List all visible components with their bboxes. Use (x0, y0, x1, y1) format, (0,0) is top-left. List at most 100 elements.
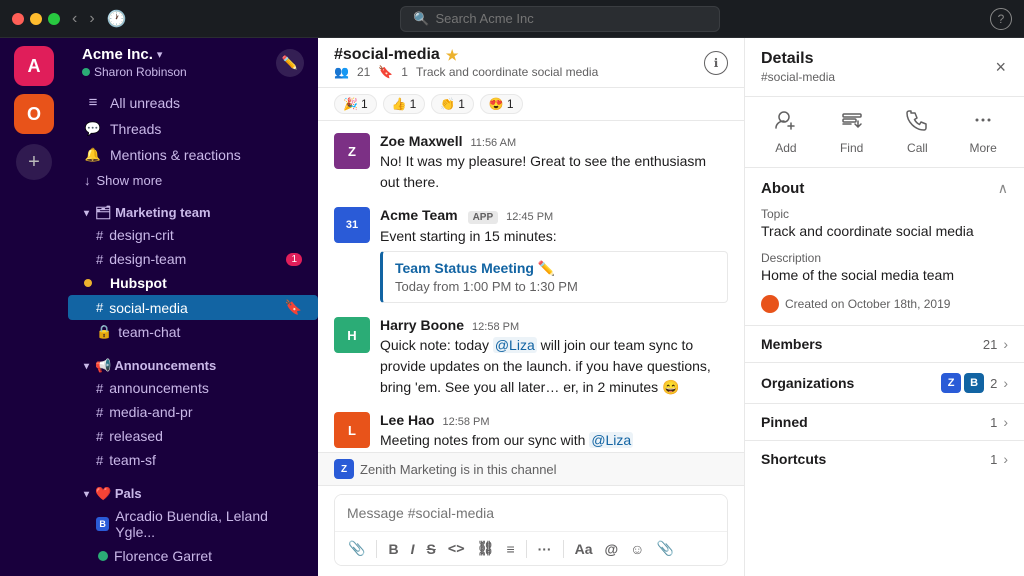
list-button[interactable]: ≡ (501, 537, 519, 561)
channel-item-announcements[interactable]: # announcements (68, 376, 318, 400)
chevron-down-icon: ▾ (84, 489, 89, 500)
search-input[interactable] (435, 11, 707, 26)
message-author: Lee Hao (380, 412, 434, 428)
workspace-icon-secondary[interactable]: O (14, 94, 54, 134)
minimize-traffic-light[interactable] (30, 13, 42, 25)
more-action[interactable]: More (956, 109, 1011, 155)
reaction-party[interactable]: 🎉 1 (334, 94, 377, 114)
channel-item-design-crit[interactable]: # design-crit (68, 223, 318, 247)
shortcuts-row[interactable]: Shortcuts 1 › (745, 440, 1024, 477)
attach-button[interactable]: 📎 (343, 536, 370, 561)
pinned-label: Pinned (761, 414, 808, 430)
section-announcements[interactable]: ▾ 📢 Announcements (68, 350, 318, 376)
star-icon[interactable]: ★ (446, 47, 459, 64)
add-icon (775, 109, 797, 137)
find-action[interactable]: Find (824, 109, 879, 155)
section-marketing[interactable]: ▾ 🗂 Marketing team (68, 197, 318, 223)
find-icon (841, 109, 863, 137)
message-input[interactable] (335, 495, 727, 531)
message-author: Acme Team (380, 207, 458, 223)
channel-item-florence[interactable]: Florence Garret (68, 544, 318, 568)
workspace-info: Acme Inc. ▾ Sharon Robinson (82, 46, 187, 79)
channel-item-hubspot[interactable]: Hubspot (68, 271, 318, 295)
code-button[interactable]: <> (443, 537, 470, 561)
bold-button[interactable]: B (383, 537, 403, 561)
search-icon: 🔍 (413, 11, 429, 27)
about-header[interactable]: About ∧ (761, 180, 1008, 197)
pinned-row[interactable]: Pinned 1 › (745, 403, 1024, 440)
channel-item-social-media[interactable]: # social-media 🔖 (68, 295, 318, 320)
add-action[interactable]: Add (758, 109, 813, 155)
channel-item-team-sf[interactable]: # team-sf (68, 448, 318, 472)
unread-badge: 1 (286, 253, 302, 266)
more-label: More (969, 141, 996, 155)
channel-item-team-chat[interactable]: 🔒 team-chat (68, 320, 318, 344)
details-header: Details #social-media × (745, 38, 1024, 97)
strikethrough-button[interactable]: S (421, 537, 440, 561)
close-details-button[interactable]: × (993, 55, 1008, 80)
hash-icon: # (96, 252, 103, 267)
organizations-row[interactable]: Organizations Z B 2 › (745, 362, 1024, 403)
section-pals[interactable]: ▾ ❤️ Pals (68, 478, 318, 504)
chevron-down-icon: ▾ (84, 208, 89, 219)
link-button[interactable]: ⛓ (472, 536, 500, 561)
forward-button[interactable]: › (85, 7, 98, 31)
sidebar-user: Sharon Robinson (82, 65, 187, 79)
message-header: Harry Boone 12:58 PM (380, 317, 728, 333)
org-badge-b: B (964, 373, 984, 393)
members-row[interactable]: Members 21 › (745, 325, 1024, 362)
message-time: 11:56 AM (470, 137, 516, 149)
reaction-heart-eyes[interactable]: 😍 1 (480, 94, 523, 114)
org-badge-z: Z (941, 373, 961, 393)
input-toolbar: 📎 B I S <> ⛓ ≡ ··· Aa @ ☺ 📎 (335, 531, 727, 565)
close-traffic-light[interactable] (12, 13, 24, 25)
mention-button[interactable]: @ (600, 537, 624, 561)
hash-icon: # (96, 429, 103, 444)
hash-icon: # (96, 228, 103, 243)
topbar: ‹ › 🕐 🔍 ? (0, 0, 1024, 38)
add-label: Add (775, 141, 796, 155)
call-action[interactable]: Call (890, 109, 945, 155)
sidebar-item-threads[interactable]: 💬 Threads (68, 116, 318, 142)
fullscreen-traffic-light[interactable] (48, 13, 60, 25)
description-value: Home of the social media team (761, 267, 1008, 283)
channel-item-media-and-pr[interactable]: # media-and-pr (68, 400, 318, 424)
history-button[interactable]: 🕐 (103, 7, 131, 31)
help-button[interactable]: ? (990, 8, 1012, 30)
bookmark-meta-icon: 🔖 (378, 65, 393, 79)
call-label: Call (907, 141, 928, 155)
online-dm-icon (98, 551, 108, 561)
message-time: 12:58 PM (442, 416, 489, 428)
event-card[interactable]: Team Status Meeting ✏️ Today from 1:00 P… (380, 251, 728, 303)
toolbar-separator (376, 540, 377, 558)
italic-button[interactable]: I (406, 537, 420, 561)
message-row: Z Zoe Maxwell 11:56 AM No! It was my ple… (334, 133, 728, 193)
sidebar-item-mentions[interactable]: 🔔 Mentions & reactions (68, 142, 318, 168)
message-row: L Lee Hao 12:58 PM Meeting notes from ou… (334, 412, 728, 452)
more-formatting-button[interactable]: ··· (533, 537, 557, 561)
channel-item-released[interactable]: # released (68, 424, 318, 448)
show-more-button[interactable]: ↓ Show more (68, 168, 318, 193)
creator-avatar (761, 295, 779, 313)
channel-info-button[interactable]: ℹ (704, 51, 728, 75)
about-content: Topic Track and coordinate social media … (761, 207, 1008, 313)
emoji-button[interactable]: ☺ (625, 537, 649, 561)
about-description: Description Home of the social media tea… (761, 251, 1008, 283)
reaction-thumbsup[interactable]: 👍 1 (383, 94, 426, 114)
details-body: About ∧ Topic Track and coordinate socia… (745, 168, 1024, 576)
bookmark-icon: 🔖 (285, 299, 302, 316)
unreads-icon: ≡ (84, 94, 102, 111)
workspace-name[interactable]: Acme Inc. ▾ (82, 46, 187, 63)
search-bar[interactable]: 🔍 (400, 6, 720, 32)
channel-item-design-team[interactable]: # design-team 1 (68, 247, 318, 271)
back-button[interactable]: ‹ (68, 7, 81, 31)
compose-button[interactable]: ✏️ (276, 49, 304, 77)
threads-icon: 💬 (84, 121, 102, 137)
sidebar-item-all-unreads[interactable]: ≡ All unreads (68, 89, 318, 116)
add-workspace-button[interactable]: + (16, 144, 52, 180)
reaction-clap[interactable]: 👏 1 (431, 94, 474, 114)
font-size-button[interactable]: Aa (570, 537, 598, 561)
channel-item-arcadio[interactable]: B Arcadio Buendia, Leland Ygle... (68, 504, 318, 544)
file-attach-button[interactable]: 📎 (651, 536, 678, 561)
workspace-icon-primary[interactable]: A (14, 46, 54, 86)
